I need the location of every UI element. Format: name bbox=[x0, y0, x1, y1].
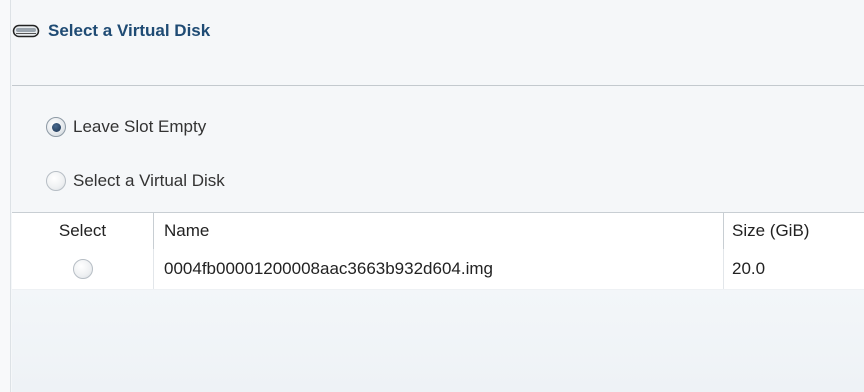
select-virtual-disk-label: Select a Virtual Disk bbox=[73, 171, 225, 190]
disk-size-cell: 20.0 bbox=[732, 259, 766, 278]
panel-header: Select a Virtual Disk bbox=[12, 16, 210, 46]
column-header-name[interactable]: Name bbox=[154, 213, 724, 249]
table-header: Select Name Size (GiB) bbox=[12, 212, 864, 250]
disk-drive-icon bbox=[12, 22, 40, 40]
column-header-select[interactable]: Select bbox=[12, 213, 154, 249]
header-divider bbox=[12, 85, 864, 86]
select-virtual-disk-radio[interactable] bbox=[46, 171, 66, 191]
virtual-disk-table: Select Name Size (GiB) 0004fb00001200008… bbox=[12, 212, 864, 392]
page-title: Select a Virtual Disk bbox=[48, 21, 211, 40]
panel-left-edge bbox=[0, 0, 11, 392]
disk-name-cell: 0004fb00001200008aac3663b932d604.img bbox=[154, 249, 724, 289]
leave-slot-empty-radio[interactable] bbox=[46, 117, 66, 137]
radio-selected-dot bbox=[51, 122, 61, 132]
table-row[interactable]: 0004fb00001200008aac3663b932d604.img 20.… bbox=[12, 249, 864, 290]
leave-slot-empty-option[interactable]: Leave Slot Empty bbox=[46, 117, 206, 137]
column-header-size[interactable]: Size (GiB) bbox=[724, 213, 864, 249]
leave-slot-empty-label: Leave Slot Empty bbox=[73, 117, 207, 136]
table-body: 0004fb00001200008aac3663b932d604.img 20.… bbox=[12, 249, 864, 392]
row-select-radio[interactable] bbox=[72, 259, 93, 279]
virtual-disk-panel: Select a Virtual Disk Leave Slot Empty S… bbox=[0, 0, 864, 392]
select-virtual-disk-option[interactable]: Select a Virtual Disk bbox=[46, 171, 225, 191]
row-select-cell bbox=[12, 249, 154, 289]
